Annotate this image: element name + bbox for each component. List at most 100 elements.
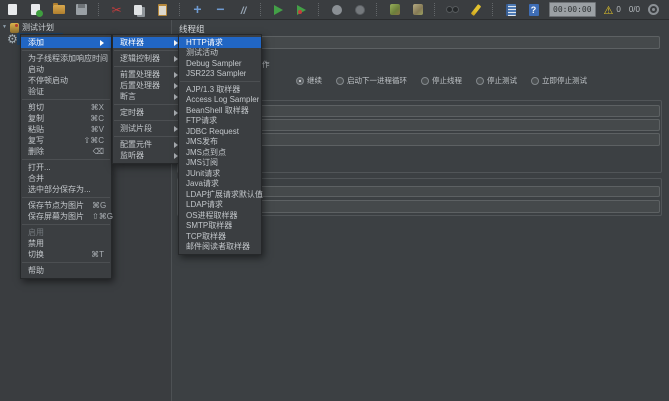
radio-option[interactable]: 立即停止测试 <box>531 75 587 86</box>
start-button[interactable] <box>271 2 286 17</box>
clear-all-button[interactable] <box>468 2 483 17</box>
menu-item-label: 为子线程添加响应时间 <box>28 54 108 63</box>
help-button[interactable] <box>526 2 541 17</box>
save-button[interactable] <box>74 2 89 17</box>
menu-item[interactable]: BeanShell 取样器 <box>179 105 261 116</box>
menu-item[interactable]: 测试片段 <box>113 123 185 134</box>
expand-all-button[interactable] <box>190 2 205 17</box>
menu-item[interactable]: 邮件阅读者取样器 <box>179 242 261 253</box>
menu-item[interactable]: JDBC Request <box>179 126 261 137</box>
warning-icon <box>604 1 614 19</box>
radio-option[interactable]: 启动下一进程循环 <box>336 75 407 86</box>
menu-item[interactable]: 添加 <box>21 37 111 48</box>
menu-item[interactable]: Debug Sampler <box>179 58 261 69</box>
menu-item[interactable]: 帮助 <box>21 265 111 276</box>
menu-item[interactable]: AJP/1.3 取样器 <box>179 84 261 95</box>
menu-item[interactable]: Access Log Sampler <box>179 95 261 106</box>
menu-item[interactable]: 复写 ⇧⌘C <box>21 135 111 146</box>
remote-start-all-button[interactable] <box>387 2 402 17</box>
menu-shortcut: ⌘G <box>92 201 107 210</box>
menu-item[interactable]: 断言 <box>113 91 185 102</box>
menu-item[interactable]: 删除 ⌫ <box>21 146 111 157</box>
menu-item-label: 合并 <box>28 174 44 183</box>
menu-item[interactable]: 监听器 <box>113 150 185 161</box>
menu-item[interactable]: LDAP请求 <box>179 200 261 211</box>
menu-item-label: OS进程取样器 <box>186 210 238 220</box>
menu-item[interactable]: HTTP请求 <box>179 37 261 48</box>
menu-item[interactable]: TCP取样器 <box>179 231 261 242</box>
menu-item-label: BeanShell 取样器 <box>186 105 249 115</box>
radio-circle-icon <box>421 76 429 85</box>
menu-item-label: 删除 <box>28 147 44 156</box>
tree-item-thread-group[interactable]: ⚙ <box>7 33 18 45</box>
menu-item-label: JMS点到点 <box>186 147 226 157</box>
menu-item[interactable]: FTP请求 <box>179 116 261 127</box>
menu-item[interactable]: 验证 <box>21 86 111 97</box>
menu-item[interactable]: 前置处理器 <box>113 69 185 80</box>
thread-counter: 0/0 <box>628 5 640 14</box>
menu-item[interactable]: JMS点到点 <box>179 147 261 158</box>
open-template-icon <box>31 4 43 17</box>
menu-item[interactable]: 定时器 <box>113 107 185 118</box>
open-template-button[interactable] <box>28 2 43 17</box>
menu-item-label: 启动 <box>28 65 44 74</box>
menu-item[interactable]: 合并 <box>21 173 111 184</box>
menu-item-label: JMS订阅 <box>186 158 218 168</box>
menu-item[interactable]: 后置处理器 <box>113 80 185 91</box>
shutdown-button[interactable] <box>352 2 367 17</box>
shutdown-icon <box>354 4 365 15</box>
menu-item-label: 保存屏幕为图片 <box>28 212 84 221</box>
toolbar-separator <box>318 3 320 16</box>
menu-item[interactable]: 逻辑控制器 <box>113 53 185 64</box>
menu-item[interactable]: 不停顿启动 <box>21 75 111 86</box>
menu-item[interactable]: 测试活动 <box>179 48 261 59</box>
menu-item-label: 添加 <box>28 38 44 47</box>
menu-item[interactable]: 配置元件 <box>113 139 185 150</box>
remote-stop-all-button[interactable] <box>410 2 425 17</box>
radio-option[interactable]: 停止线程 <box>421 75 462 86</box>
open-file-button[interactable] <box>51 2 66 17</box>
menu-item[interactable]: 保存节点为图片 ⌘G <box>21 200 111 211</box>
menu-item[interactable]: JMS发布 <box>179 137 261 148</box>
cut-button[interactable] <box>109 2 124 17</box>
menu-item[interactable]: 剪切 ⌘X <box>21 102 111 113</box>
radio-label: 启动下一进程循环 <box>347 76 407 85</box>
function-helper-button[interactable] <box>503 2 518 17</box>
search-button[interactable] <box>445 2 460 17</box>
menu-item[interactable]: 打开... <box>21 162 111 173</box>
menu-item[interactable]: JMS订阅 <box>179 158 261 169</box>
menu-item[interactable]: 粘贴 ⌘V <box>21 124 111 135</box>
menu-item[interactable]: 保存屏幕为图片 ⇧⌘G <box>21 211 113 222</box>
radio-option[interactable]: 停止测试 <box>476 75 517 86</box>
menu-item[interactable]: OS进程取样器 <box>179 210 261 221</box>
menu-item[interactable]: 启动 <box>21 64 111 75</box>
menu-item[interactable]: Java请求 <box>179 179 261 190</box>
copy-button[interactable] <box>132 2 147 17</box>
menu-shortcut: ⌘T <box>91 250 104 259</box>
menu-item[interactable]: JUnit请求 <box>179 168 261 179</box>
menu-item-label: 逻辑控制器 <box>120 54 160 63</box>
menu-item[interactable]: 选中部分保存为... <box>21 184 111 195</box>
menu-item[interactable]: JSR223 Sampler <box>179 69 261 80</box>
toggle-button[interactable] <box>236 2 251 17</box>
radio-option[interactable]: 继续 <box>296 75 322 86</box>
collapse-all-button[interactable] <box>213 2 228 17</box>
action-after-error-label-fragment: 作 <box>262 60 270 69</box>
menu-item[interactable]: 取样器 <box>113 37 185 48</box>
stop-button[interactable] <box>329 2 344 17</box>
expand-arrow-icon[interactable]: ▼ <box>2 25 7 30</box>
start-no-pauses-button[interactable] <box>294 2 309 17</box>
menu-shortcut: ⇧⌘G <box>92 212 113 221</box>
paste-button[interactable] <box>155 2 170 17</box>
start-no-pauses-icon <box>297 4 306 15</box>
menu-item[interactable]: 为子线程添加响应时间 <box>21 53 111 64</box>
radio-circle-icon <box>476 76 484 85</box>
menu-item[interactable]: 切换 ⌘T <box>21 249 111 260</box>
log-warning-indicator[interactable]: 0 <box>604 1 620 19</box>
menu-item[interactable]: SMTP取样器 <box>179 221 261 232</box>
menu-item[interactable]: 禁用 <box>21 238 111 249</box>
menu-item[interactable]: LDAP扩展请求默认值 <box>179 189 263 200</box>
expand-all-icon <box>193 1 201 19</box>
new-file-button[interactable] <box>5 2 20 17</box>
menu-item[interactable]: 复制 ⌘C <box>21 113 111 124</box>
